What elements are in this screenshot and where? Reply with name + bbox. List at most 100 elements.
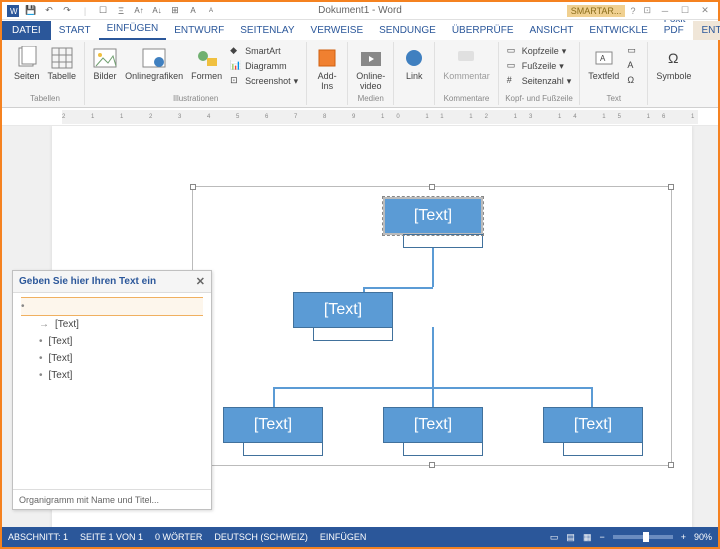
- status-abschnitt[interactable]: ABSCHNITT: 1: [8, 532, 68, 542]
- ruler-ticks: 2 1 1 2 3 4 5 6 7 8 9 10 11 12 13 14 15 …: [62, 114, 698, 120]
- status-einfuegen[interactable]: EINFÜGEN: [320, 532, 367, 542]
- pagenum-icon: #: [507, 75, 519, 87]
- text-pane-body[interactable]: • →[Text] •[Text] •[Text] •[Text]: [13, 293, 211, 388]
- fusszeile-button[interactable]: ▭Fußzeile ▾: [505, 59, 574, 73]
- view-read-icon[interactable]: ▭: [550, 532, 559, 543]
- zoom-thumb[interactable]: [643, 532, 649, 542]
- zoom-in-icon[interactable]: +: [681, 532, 686, 542]
- org-node-assistant[interactable]: [Text]: [293, 292, 393, 341]
- org-node-subtitle[interactable]: [403, 442, 483, 456]
- tab-entwickler[interactable]: ENTWICKLE: [581, 21, 655, 40]
- tab-smartart-entwurf[interactable]: ENTWURF: [693, 21, 720, 40]
- org-connector: [432, 387, 434, 407]
- text-opt2[interactable]: A: [625, 59, 641, 73]
- zoom-level[interactable]: 90%: [694, 532, 712, 542]
- status-seite[interactable]: SEITE 1 VON 1: [80, 532, 143, 542]
- status-bar: ABSCHNITT: 1 SEITE 1 VON 1 0 WÖRTER DEUT…: [2, 527, 718, 547]
- seiten-button[interactable]: Seiten: [12, 44, 42, 84]
- header-icon: ▭: [507, 45, 519, 57]
- qat-button[interactable]: A: [186, 4, 200, 18]
- horizontal-ruler[interactable]: 2 1 1 2 3 4 5 6 7 8 9 10 11 12 13 14 15 …: [62, 110, 698, 124]
- close-icon[interactable]: ✕: [196, 275, 205, 288]
- org-node-subtitle[interactable]: [243, 442, 323, 456]
- org-node-subtitle[interactable]: [403, 234, 483, 248]
- org-node-subtitle[interactable]: [313, 327, 393, 341]
- ribbon-options-icon[interactable]: ⊡: [640, 5, 654, 16]
- qat-button[interactable]: ⊞: [168, 4, 182, 18]
- maximize-icon[interactable]: ☐: [676, 4, 694, 18]
- text-pane-item[interactable]: •[Text]: [21, 367, 203, 384]
- text-pane-item[interactable]: →[Text]: [21, 316, 203, 333]
- font-increase-icon[interactable]: A↑: [132, 4, 146, 18]
- org-connector: [273, 387, 275, 407]
- ribbon-group-illustrationen: Bilder Onlinegrafiken Formen ◆SmartArt 📊…: [85, 42, 307, 105]
- ribbon-group-kopf: ▭Kopfzeile ▾ ▭Fußzeile ▾ #Seitenzahl ▾ K…: [499, 42, 581, 105]
- status-sprache[interactable]: DEUTSCH (SCHWEIZ): [214, 532, 308, 542]
- redo-icon[interactable]: ↷: [60, 4, 74, 18]
- ribbon-group-seiten: Seiten Tabelle Tabellen: [6, 42, 85, 105]
- text-pane-footer: Organigramm mit Name und Titel...: [13, 489, 211, 509]
- ribbon-group-symbole: Ω Symbole: [648, 42, 699, 105]
- qat-button[interactable]: ☐: [96, 4, 110, 18]
- text-pane-item[interactable]: •[Text]: [21, 333, 203, 350]
- zoom-slider[interactable]: [613, 535, 673, 539]
- addins-button[interactable]: Add- Ins: [313, 44, 341, 94]
- smartart-button[interactable]: ◆SmartArt: [228, 44, 300, 58]
- view-web-icon[interactable]: ▦: [583, 532, 592, 543]
- kommentar-button[interactable]: Kommentar: [441, 44, 492, 84]
- tab-verweise[interactable]: VERWEISE: [303, 21, 372, 40]
- tab-seitenlayout[interactable]: SEITENLAY: [232, 21, 302, 40]
- org-node-subtitle[interactable]: [563, 442, 643, 456]
- onlinegrafiken-button[interactable]: Onlinegrafiken: [123, 44, 185, 84]
- text-pane-item[interactable]: •[Text]: [21, 350, 203, 367]
- diagramm-button[interactable]: 📊Diagramm: [228, 59, 300, 73]
- tab-einfuegen[interactable]: EINFÜGEN: [99, 19, 167, 40]
- svg-text:A: A: [600, 54, 606, 63]
- undo-icon[interactable]: ↶: [42, 4, 56, 18]
- org-node-child-3[interactable]: [Text]: [543, 407, 643, 456]
- smartart-frame[interactable]: [Text] [Text] [Text] [Text] [Text]: [192, 186, 672, 466]
- seitenzahl-button[interactable]: #Seitenzahl ▾: [505, 74, 574, 88]
- ribbon-group-kommentare: Kommentar Kommentare: [435, 42, 499, 105]
- org-node-child-2[interactable]: [Text]: [383, 407, 483, 456]
- font-small-icon[interactable]: A: [204, 4, 218, 18]
- save-icon[interactable]: 💾: [24, 4, 38, 18]
- text-pane-item[interactable]: •: [21, 297, 203, 316]
- symbole-button[interactable]: Ω Symbole: [654, 44, 693, 84]
- font-decrease-icon[interactable]: A↓: [150, 4, 164, 18]
- formen-button[interactable]: Formen: [189, 44, 224, 84]
- bilder-button[interactable]: Bilder: [91, 44, 119, 84]
- resize-handle-nw[interactable]: [190, 184, 196, 190]
- picture-icon: [93, 46, 117, 70]
- screenshot-button[interactable]: ⊡Screenshot ▾: [228, 74, 300, 88]
- resize-handle-se[interactable]: [668, 462, 674, 468]
- resize-handle-s[interactable]: [429, 462, 435, 468]
- tabelle-button[interactable]: Tabelle: [46, 44, 79, 84]
- help-icon[interactable]: ?: [627, 6, 638, 16]
- tab-start[interactable]: START: [51, 21, 99, 40]
- link-button[interactable]: Link: [400, 44, 428, 84]
- resize-handle-ne[interactable]: [668, 184, 674, 190]
- tab-entwurf[interactable]: ENTWURF: [166, 21, 232, 40]
- zoom-out-icon[interactable]: −: [599, 532, 604, 542]
- tab-ueberpruefen[interactable]: ÜBERPRÜFE: [444, 21, 522, 40]
- view-print-icon[interactable]: ▤: [566, 532, 575, 543]
- textfeld-button[interactable]: A Textfeld: [586, 44, 621, 84]
- status-woerter[interactable]: 0 WÖRTER: [155, 532, 202, 542]
- minimize-icon[interactable]: ─: [656, 4, 674, 18]
- tab-file[interactable]: DATEI: [2, 21, 51, 40]
- text-opt1[interactable]: ▭: [625, 44, 641, 58]
- qat-button[interactable]: Ξ: [114, 4, 128, 18]
- resize-handle-n[interactable]: [429, 184, 435, 190]
- org-node-child-1[interactable]: [Text]: [223, 407, 323, 456]
- org-connector: [363, 287, 433, 289]
- tab-ansicht[interactable]: ANSICHT: [522, 21, 582, 40]
- org-node-root[interactable]: [Text]: [383, 197, 483, 248]
- kopfzeile-button[interactable]: ▭Kopfzeile ▾: [505, 44, 574, 58]
- onlinevideo-button[interactable]: Online- video: [354, 44, 387, 94]
- smartart-text-pane[interactable]: Geben Sie hier Ihren Text ein ✕ • →[Text…: [12, 270, 212, 510]
- text-opt3[interactable]: Ω: [625, 74, 641, 88]
- tab-sendungen[interactable]: SENDUNGE: [371, 21, 444, 40]
- close-icon[interactable]: ✕: [696, 4, 714, 18]
- org-node-box[interactable]: [Text]: [383, 197, 483, 235]
